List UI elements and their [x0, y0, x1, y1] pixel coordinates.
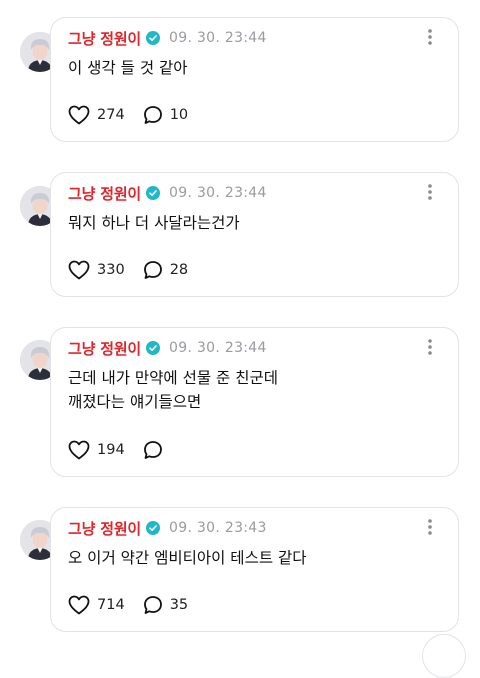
author-name[interactable]: 그냥 정원이 [68, 518, 141, 539]
like-button[interactable]: 274 [68, 105, 125, 125]
heart-outline-icon [68, 440, 90, 460]
post-header: 그냥 정원이 09. 30. 23:44 [68, 28, 267, 48]
heart-outline-icon [68, 595, 90, 615]
post-timestamp: 09. 30. 23:44 [169, 185, 267, 201]
like-count: 330 [97, 262, 125, 278]
heart-outline-icon [68, 105, 90, 125]
post-timestamp: 09. 30. 23:44 [169, 30, 267, 46]
post-header: 그냥 정원이 09. 30. 23:43 [68, 518, 267, 538]
post-actions: 330 28 [68, 259, 206, 281]
like-count: 274 [97, 107, 125, 123]
more-vertical-icon[interactable] [426, 337, 434, 357]
post-text: 오 이거 약간 엠비티아이 테스트 같다 [68, 549, 307, 567]
post-actions: 194 [68, 439, 188, 461]
more-vertical-icon[interactable] [426, 182, 434, 202]
comment-button[interactable]: 10 [143, 105, 188, 125]
like-button[interactable]: 194 [68, 440, 125, 460]
more-vertical-icon[interactable] [426, 517, 434, 537]
comment-count: 10 [169, 107, 189, 123]
comment-count: 35 [169, 597, 189, 613]
verified-check-icon [146, 341, 161, 355]
author-name[interactable]: 그냥 정원이 [68, 28, 141, 49]
like-button[interactable]: 330 [68, 260, 125, 280]
author-name[interactable]: 그냥 정원이 [68, 183, 141, 204]
more-vertical-icon[interactable] [426, 27, 434, 47]
comment-button[interactable]: 35 [143, 595, 188, 615]
post-text: 이 생각 들 것 같아 [68, 59, 188, 77]
comment-button[interactable]: 28 [143, 260, 188, 280]
verified-check-icon [146, 31, 161, 45]
post-timestamp: 09. 30. 23:43 [169, 520, 267, 536]
post-actions: 274 10 [68, 104, 206, 126]
post-card[interactable]: 그냥 정원이 09. 30. 23:43 오 이거 약간 엠비티아이 테스트 같… [50, 507, 459, 632]
speech-bubble-icon [143, 440, 163, 460]
heart-outline-icon [68, 260, 90, 280]
verified-check-icon [146, 521, 161, 535]
post-header: 그냥 정원이 09. 30. 23:44 [68, 183, 267, 203]
post-card[interactable]: 그냥 정원이 09. 30. 23:44 이 생각 들 것 같아 274 10 [50, 17, 459, 142]
comment-button[interactable] [143, 440, 170, 460]
comment-count: 28 [169, 262, 189, 278]
speech-bubble-icon [143, 595, 163, 615]
post-card[interactable]: 그냥 정원이 09. 30. 23:44 뭐지 하나 더 사달라는건가 330 … [50, 172, 459, 297]
speech-bubble-icon [143, 105, 163, 125]
speech-bubble-icon [143, 260, 163, 280]
post-text: 뭐지 하나 더 사달라는건가 [68, 214, 240, 232]
author-name[interactable]: 그냥 정원이 [68, 338, 141, 359]
post-actions: 714 35 [68, 594, 206, 616]
like-button[interactable]: 714 [68, 595, 125, 615]
floating-action-button[interactable] [422, 634, 466, 678]
like-count: 714 [97, 597, 125, 613]
verified-check-icon [146, 186, 161, 200]
post-header: 그냥 정원이 09. 30. 23:44 [68, 338, 267, 358]
post-timestamp: 09. 30. 23:44 [169, 340, 267, 356]
like-count: 194 [97, 442, 125, 458]
post-text: 근데 내가 만약에 선물 준 친군데 깨졌다는 얘기들으면 [68, 369, 279, 411]
post-card[interactable]: 그냥 정원이 09. 30. 23:44 근데 내가 만약에 선물 준 친군데 … [50, 327, 459, 477]
